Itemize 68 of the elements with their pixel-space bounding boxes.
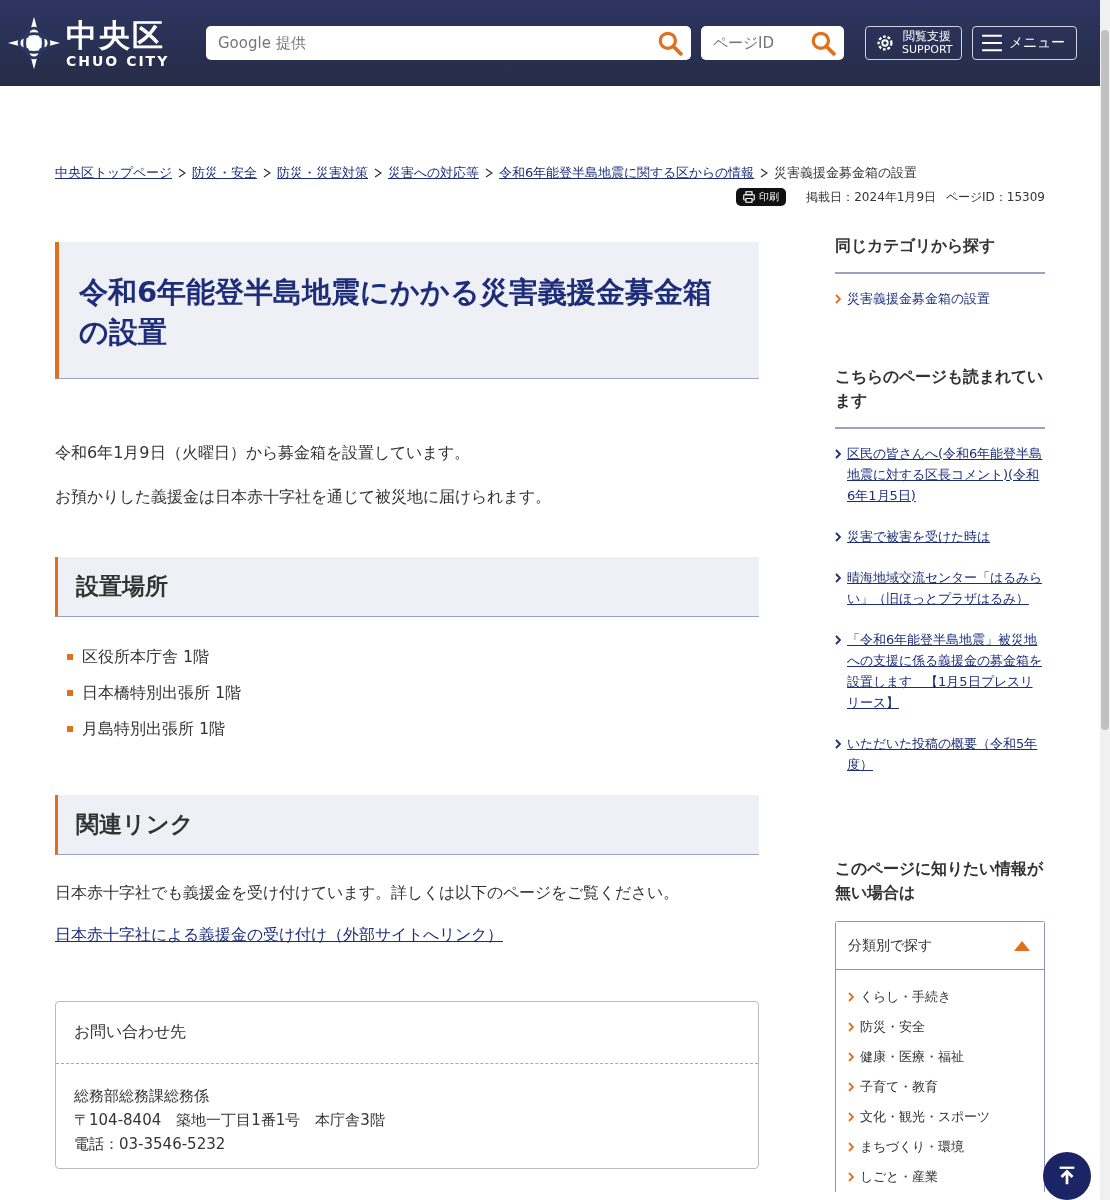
search-icon[interactable] — [657, 30, 683, 56]
contact-line: 〒104-8404 築地一丁目1番1号 本庁舎3階 — [74, 1110, 386, 1131]
bullet-icon — [67, 654, 73, 660]
chevron-right-icon — [178, 168, 186, 178]
sidebar-link[interactable]: いただいた投稿の概要（令和5年度） — [847, 733, 1045, 775]
category-link[interactable]: 健康・医療・福祉 — [860, 1042, 964, 1072]
chevron-icon — [848, 1052, 854, 1062]
chevron-right-icon — [760, 168, 769, 178]
breadcrumb-link[interactable]: 防災・災害対策 — [277, 164, 368, 182]
paragraph: 日本赤十字社でも義援金を受け付けています。詳しくは以下のページをご覧ください。 — [55, 882, 680, 904]
breadcrumb-current: 災害義援金募金箱の設置 — [774, 164, 918, 182]
print-button[interactable]: 印刷 — [736, 188, 787, 206]
page-id-field[interactable]: ページID — [701, 26, 844, 60]
menu-button[interactable]: メニュー — [971, 26, 1077, 60]
scrollbar[interactable] — [1100, 0, 1110, 1200]
breadcrumb-link[interactable]: 令和6年能登半島地震に関する区からの情報 — [499, 164, 755, 182]
section-heading: 設置場所 — [55, 557, 759, 617]
list-item: 日本橋特別出張所 1階 — [82, 682, 242, 704]
category-link[interactable]: 防災・安全 — [860, 1012, 925, 1042]
paragraph: お預かりした義援金は日本赤十字社を通じて被災地に届けられます。 — [55, 486, 552, 508]
page-title: 令和6年能登半島地震にかかる災害義援金募金箱の設置 — [55, 242, 759, 379]
contact-line: 総務部総務課総務係 — [74, 1086, 210, 1107]
chevron-icon — [848, 1022, 854, 1032]
sidebar-link[interactable]: 災害義援金募金箱の設置 — [847, 288, 990, 309]
breadcrumb-link[interactable]: 防災・安全 — [192, 164, 257, 182]
breadcrumb-link[interactable]: 中央区トップページ — [55, 164, 172, 182]
chevron-right-icon — [263, 168, 271, 178]
sidebar-heading: このページに知りたい情報が無い場合は — [835, 858, 1045, 904]
sidebar-link[interactable]: 「令和6年能登半島地震」被災地への支援に係る義援金の募金箱を設置します 【1月5日プレスリリース】 — [847, 629, 1045, 713]
search-field[interactable]: Google 提供 — [206, 26, 691, 60]
contact-heading: お問い合わせ先 — [56, 1002, 758, 1064]
logo-title[interactable]: 中央区 — [66, 17, 170, 53]
category-link[interactable]: くらし・手続き — [860, 982, 951, 1012]
external-link[interactable]: 日本赤十字社による義援金の受け付け（外部サイトへリンク） — [55, 925, 503, 946]
chevron-right-icon — [374, 168, 382, 178]
sidebar-link[interactable]: 災害で被害を受けた時は — [847, 526, 990, 547]
category-link[interactable]: まちづくり・環境 — [860, 1132, 964, 1162]
gear-icon — [874, 32, 896, 54]
breadcrumb-link[interactable]: 災害への対応等 — [388, 164, 479, 182]
menu-icon — [980, 34, 1003, 52]
chevron-right-icon — [485, 168, 493, 178]
chevron-icon — [848, 1112, 854, 1122]
sidebar-link[interactable]: 晴海地域交流センター「はるみらい」（旧ほっとプラザはるみ） — [847, 567, 1045, 609]
logo-subtitle: CHUO CITY — [66, 53, 170, 69]
search-icon[interactable] — [810, 30, 836, 56]
printer-icon — [743, 191, 756, 203]
published-date: 掲載日：2024年1月9日 — [806, 188, 937, 206]
support-button[interactable]: 閲覧支援 SUPPORT — [865, 26, 962, 60]
back-to-top-button[interactable] — [1043, 1152, 1091, 1200]
bullet-icon — [67, 726, 73, 732]
category-link[interactable]: 子育て・教育 — [860, 1072, 938, 1102]
chevron-icon — [848, 1172, 854, 1182]
chevron-icon — [848, 1142, 854, 1152]
bullet-icon — [67, 690, 73, 696]
chevron-icon — [848, 992, 854, 1002]
category-link[interactable]: 文化・観光・スポーツ — [860, 1102, 990, 1132]
chevron-icon — [848, 1082, 854, 1092]
contact-line: 電話：03-3546-5232 — [74, 1134, 227, 1155]
sidebar-link[interactable]: 区民の皆さんへ(令和6年能登半島地震に対する区長コメント)(令和6年1月5日) — [847, 443, 1045, 506]
page-id: ページID：15309 — [946, 188, 1045, 206]
paragraph: 令和6年1月9日（火曜日）から募金箱を設置しています。 — [55, 442, 471, 464]
sidebar-heading: こちらのページも読まれています — [835, 365, 1045, 429]
category-link[interactable]: しごと・産業 — [860, 1162, 938, 1192]
section-heading: 関連リンク — [55, 795, 759, 855]
list-item: 区役所本庁舎 1階 — [82, 646, 210, 668]
list-item: 月島特別出張所 1階 — [82, 718, 226, 740]
accordion-header[interactable]: 分類別で探す — [836, 922, 1044, 970]
sidebar-heading: 同じカテゴリから探す — [835, 234, 1045, 274]
